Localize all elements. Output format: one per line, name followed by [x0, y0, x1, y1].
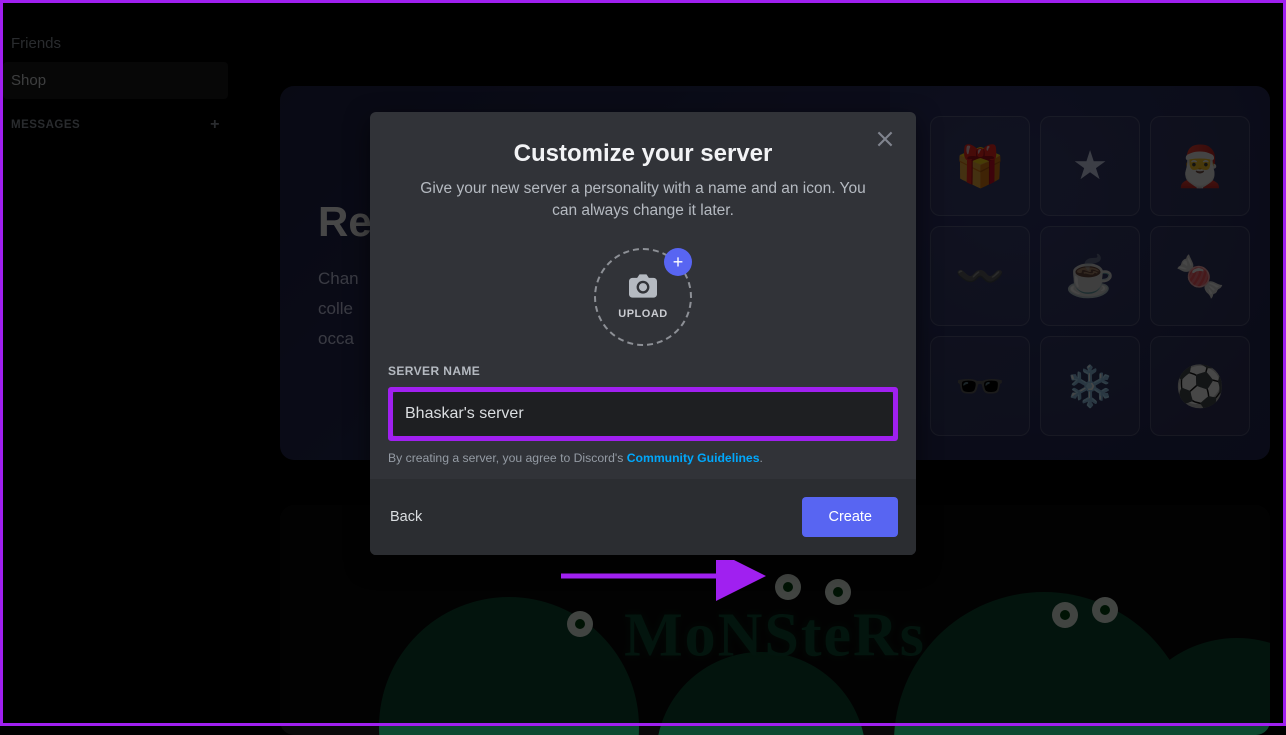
community-guidelines-link[interactable]: Community Guidelines — [627, 451, 760, 465]
back-button[interactable]: Back — [388, 505, 424, 529]
upload-server-icon-button[interactable]: UPLOAD + — [594, 248, 692, 346]
create-button[interactable]: Create — [802, 497, 898, 537]
modal-footer: Back Create — [370, 479, 916, 555]
server-name-label: SERVER NAME — [388, 364, 898, 378]
modal-subtitle: Give your new server a personality with … — [390, 178, 896, 222]
guidelines-helper-text: By creating a server, you agree to Disco… — [388, 451, 898, 465]
input-highlight-annotation — [388, 387, 898, 441]
server-name-input[interactable] — [393, 392, 893, 436]
modal-title: Customize your server — [390, 140, 896, 168]
upload-label: UPLOAD — [618, 308, 667, 320]
camera-icon — [629, 274, 657, 303]
plus-badge-icon: + — [664, 248, 692, 276]
customize-server-modal: Customize your server Give your new serv… — [370, 112, 916, 555]
